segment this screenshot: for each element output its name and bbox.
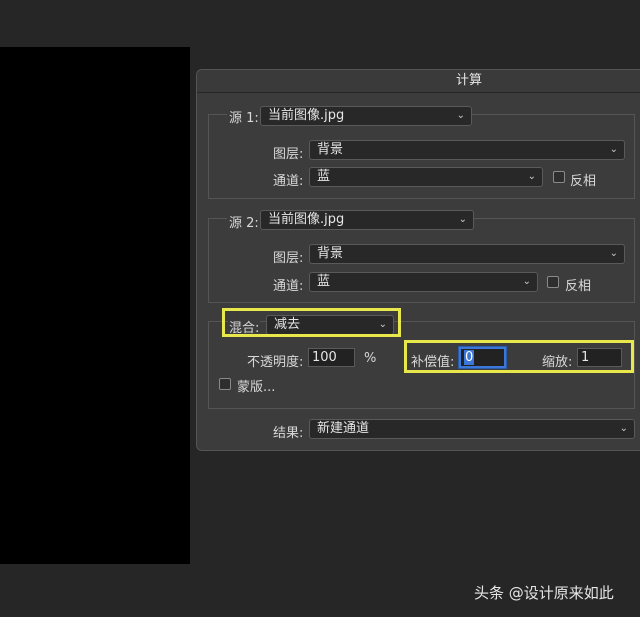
mask-label: 蒙版... xyxy=(237,380,276,395)
chevron-down-icon: ⌄ xyxy=(522,276,531,287)
chevron-down-icon: ⌄ xyxy=(609,144,618,155)
offset-scale-highlight xyxy=(404,340,634,373)
result-select[interactable]: 新建通道 ⌄ xyxy=(309,419,635,439)
source1-layer-select[interactable]: 背景 ⌄ xyxy=(309,140,625,160)
source2-channel-select[interactable]: 蓝 ⌄ xyxy=(309,272,538,292)
source1-layer-value: 背景 xyxy=(317,142,344,157)
source1-file-select[interactable]: 当前图像.jpg ⌄ xyxy=(260,106,472,126)
source1-invert-checkbox[interactable] xyxy=(553,171,565,183)
source2-label: 源 2: xyxy=(227,212,261,231)
source1-label: 源 1: xyxy=(227,107,261,126)
source2-channel-value: 蓝 xyxy=(317,274,331,289)
source2-file-value: 当前图像.jpg xyxy=(268,212,345,227)
source1-channel-label: 通道: xyxy=(273,174,304,189)
source2-channel-label: 通道: xyxy=(273,279,304,294)
source2-layer-value: 背景 xyxy=(317,246,344,261)
source2-layer-label: 图层: xyxy=(273,251,304,266)
chevron-down-icon: ⌄ xyxy=(458,214,467,225)
dialog-title: 计算 xyxy=(197,70,640,93)
mask-checkbox[interactable] xyxy=(219,378,231,390)
document-canvas xyxy=(0,47,190,564)
source1-invert-label: 反相 xyxy=(570,174,597,189)
blend-mode-highlight xyxy=(222,308,401,337)
result-value: 新建通道 xyxy=(317,421,370,436)
source2-invert-label: 反相 xyxy=(565,279,592,294)
source1-layer-label: 图层: xyxy=(273,147,304,162)
opacity-label: 不透明度: xyxy=(247,355,304,370)
opacity-input[interactable]: 100 xyxy=(308,348,355,367)
chevron-down-icon: ⌄ xyxy=(527,171,536,182)
chevron-down-icon: ⌄ xyxy=(619,423,628,434)
source2-file-select[interactable]: 当前图像.jpg ⌄ xyxy=(260,210,474,230)
source1-channel-value: 蓝 xyxy=(317,169,331,184)
source2-invert-checkbox[interactable] xyxy=(547,276,559,288)
source2-layer-select[interactable]: 背景 ⌄ xyxy=(309,244,625,264)
watermark: 头条 @设计原来如此 xyxy=(474,584,614,602)
source1-file-value: 当前图像.jpg xyxy=(268,108,345,123)
opacity-unit: % xyxy=(364,351,377,366)
chevron-down-icon: ⌄ xyxy=(609,248,618,259)
source1-channel-select[interactable]: 蓝 ⌄ xyxy=(309,167,543,187)
result-label: 结果: xyxy=(273,426,304,441)
opacity-value: 100 xyxy=(312,350,337,365)
chevron-down-icon: ⌄ xyxy=(456,110,465,121)
calculations-dialog: 计算 源 1: 当前图像.jpg ⌄ 图层: 背景 ⌄ 通道: 蓝 ⌄ 反相 源… xyxy=(196,69,640,451)
